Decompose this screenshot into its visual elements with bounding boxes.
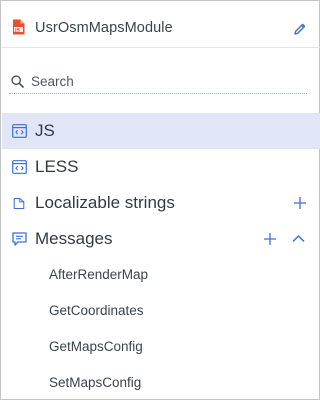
tree-item-label: Localizable strings bbox=[35, 193, 175, 212]
js-file-icon: JS bbox=[13, 19, 25, 35]
search-input[interactable] bbox=[31, 71, 301, 91]
plus-icon[interactable] bbox=[263, 232, 277, 246]
module-title: UsrOsmMapsModule bbox=[35, 20, 173, 36]
svg-text:JS: JS bbox=[14, 27, 20, 33]
tree-item-messages[interactable]: Messages bbox=[2, 221, 320, 257]
message-item[interactable]: AfterRenderMap bbox=[2, 257, 320, 293]
message-item-label: GetMapsConfig bbox=[49, 339, 143, 354]
code-window-icon bbox=[12, 160, 27, 174]
pencil-icon[interactable] bbox=[293, 22, 307, 36]
search-icon bbox=[11, 75, 24, 88]
message-item-label: SetMapsConfig bbox=[49, 375, 142, 390]
tree-item-less[interactable]: LESS bbox=[2, 149, 320, 185]
tree-item-localizable-strings[interactable]: Localizable strings bbox=[2, 185, 320, 221]
document-icon bbox=[13, 197, 25, 210]
panel-header: JS UsrOsmMapsModule bbox=[2, 2, 320, 48]
tree-item-label: Messages bbox=[35, 229, 113, 248]
message-item[interactable]: GetCoordinates bbox=[2, 293, 320, 329]
search-box bbox=[9, 67, 307, 94]
tree-item-label: LESS bbox=[35, 157, 79, 176]
tree-item-label: JS bbox=[35, 121, 55, 140]
plus-icon[interactable] bbox=[293, 196, 307, 210]
module-structure-panel: JS UsrOsmMapsModule JS LESS bbox=[0, 0, 320, 400]
message-item[interactable]: GetMapsConfig bbox=[2, 329, 320, 365]
chevron-up-icon[interactable] bbox=[292, 234, 305, 243]
code-window-icon bbox=[12, 124, 27, 138]
message-item[interactable]: SetMapsConfig bbox=[2, 365, 320, 400]
message-item-label: GetCoordinates bbox=[49, 303, 144, 318]
message-item-label: AfterRenderMap bbox=[49, 267, 149, 282]
message-icon bbox=[12, 232, 27, 246]
tree-item-js[interactable]: JS bbox=[2, 113, 320, 149]
